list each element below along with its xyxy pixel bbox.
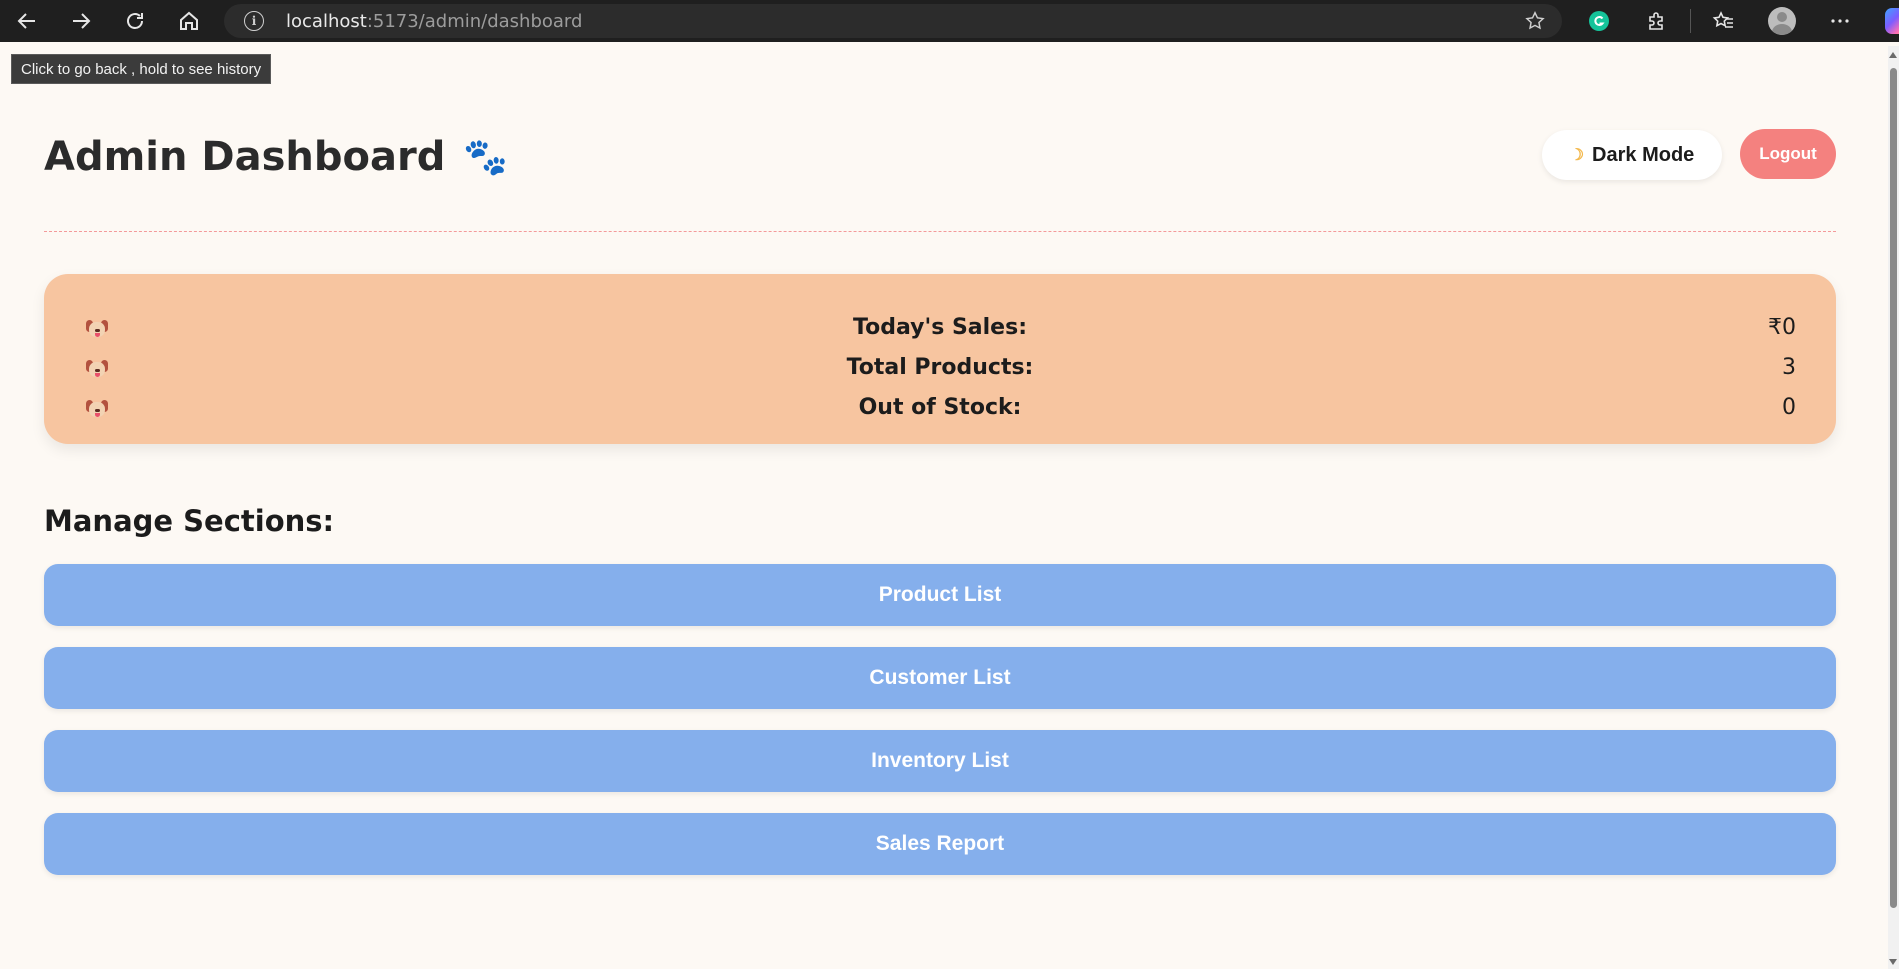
copilot-icon (1885, 8, 1899, 34)
toolbar-divider (1690, 9, 1691, 33)
favorites-icon (1712, 11, 1733, 28)
page-title: Admin Dashboard 🐾 (44, 134, 508, 180)
home-icon (180, 11, 198, 30)
copilot-button[interactable] (1869, 0, 1899, 42)
address-bar[interactable]: i localhost :5173/admin/dashboard (224, 4, 1562, 38)
inventory-list-button[interactable]: Inventory List (44, 730, 1836, 792)
stat-row-todays-sales: Today's Sales: ₹0 (44, 309, 1836, 349)
customer-list-button[interactable]: Customer List (44, 647, 1836, 709)
url-host: localhost (286, 10, 367, 32)
profile-button[interactable] (1753, 0, 1811, 42)
star-icon[interactable] (1524, 10, 1546, 32)
stat-value: ₹0 (1768, 315, 1796, 340)
stat-label: Total Products: (846, 355, 1034, 380)
arrow-right-icon (73, 13, 91, 29)
url-path: :5173/admin/dashboard (366, 10, 583, 32)
browser-toolbar: i localhost :5173/admin/dashboard (0, 0, 1899, 42)
scroll-up-arrow-icon[interactable] (1889, 52, 1897, 58)
more-icon (1831, 19, 1849, 23)
moon-icon: ☽ (1569, 147, 1585, 164)
product-list-button[interactable]: Product List (44, 564, 1836, 626)
sales-report-button[interactable]: Sales Report (44, 813, 1836, 875)
arrow-left-icon (17, 13, 35, 29)
logout-button[interactable]: Logout (1740, 129, 1836, 179)
stats-card: Today's Sales: ₹0 Total Products: 3 Out … (44, 274, 1836, 444)
home-button[interactable] (162, 0, 216, 42)
favorites-button[interactable] (1695, 0, 1753, 42)
scroll-down-arrow-icon[interactable] (1889, 959, 1897, 965)
stat-row-out-of-stock: Out of Stock: 0 (44, 389, 1836, 429)
reload-button[interactable] (108, 0, 162, 42)
header-divider (44, 231, 1836, 232)
back-button-tooltip: Click to go back , hold to see history (11, 54, 272, 84)
extensions-button[interactable] (1628, 0, 1686, 42)
browser-tools (1570, 0, 1899, 42)
scroll-thumb[interactable] (1890, 68, 1897, 908)
stat-row-total-products: Total Products: 3 (44, 349, 1836, 389)
forward-button[interactable] (54, 0, 108, 42)
avatar-icon (1768, 7, 1796, 35)
more-menu-button[interactable] (1811, 0, 1869, 42)
paw-icon: 🐾 (463, 137, 509, 178)
stat-value: 0 (1782, 395, 1796, 420)
puzzle-icon (1649, 12, 1663, 30)
reload-icon (127, 13, 143, 29)
back-button[interactable] (0, 0, 54, 42)
manage-sections-heading: Manage Sections: (44, 504, 335, 538)
stat-label: Today's Sales: (853, 315, 1027, 340)
grammarly-icon (1589, 11, 1609, 31)
page-title-text: Admin Dashboard (44, 134, 446, 180)
stat-label: Out of Stock: (858, 395, 1022, 420)
dark-mode-label: Dark Mode (1592, 143, 1695, 166)
grammarly-extension[interactable] (1570, 0, 1628, 42)
info-icon[interactable]: i (244, 11, 264, 31)
dashboard-page: Admin Dashboard 🐾 ☽ Dark Mode Logout Tod… (4, 46, 1888, 969)
page-scrollbar[interactable] (1888, 46, 1899, 969)
dark-mode-button[interactable]: ☽ Dark Mode (1542, 130, 1722, 180)
stat-value: 3 (1782, 355, 1796, 380)
